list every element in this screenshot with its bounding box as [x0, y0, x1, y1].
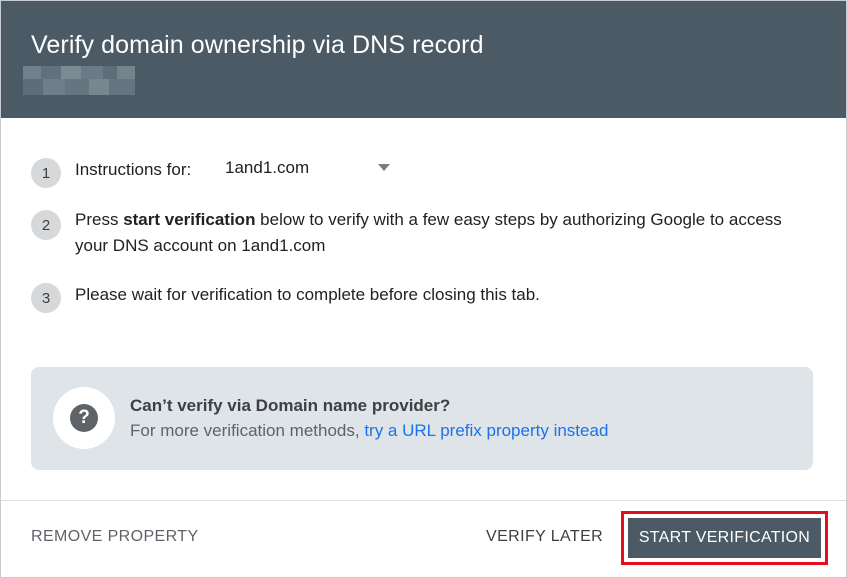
info-description: For more verification methods, try a URL…	[130, 421, 608, 441]
provider-value: 1and1.com	[225, 158, 310, 177]
step-1: 1 Instructions for:	[31, 158, 795, 188]
step-text-prefix: Press	[75, 210, 124, 229]
step-label: Instructions for:	[75, 160, 192, 179]
info-desc-prefix: For more verification methods,	[130, 421, 365, 440]
alternative-methods-panel: ? Can’t verify via Domain name provider?…	[31, 367, 813, 470]
step-label: Please wait for verification to complete…	[75, 285, 540, 304]
dialog-header: Verify domain ownership via DNS record	[1, 1, 846, 118]
step-number: 3	[31, 283, 61, 313]
redacted-domain	[23, 66, 135, 96]
step-number: 1	[31, 158, 61, 188]
verify-domain-dialog: Verify domain ownership via DNS record 1…	[0, 0, 847, 578]
info-title: Can’t verify via Domain name provider?	[130, 396, 451, 415]
step-number: 2	[31, 210, 61, 240]
url-prefix-link[interactable]: try a URL prefix property instead	[364, 421, 608, 440]
step-text-bold: start verification	[123, 210, 256, 229]
dialog-title: Verify domain ownership via DNS record	[31, 31, 484, 59]
dialog-footer: REMOVE PROPERTY VERIFY LATER START VERIF…	[1, 500, 846, 577]
help-icon-container: ?	[53, 387, 115, 449]
highlight-box: START VERIFICATION	[621, 511, 828, 565]
remove-property-button[interactable]: REMOVE PROPERTY	[31, 528, 199, 546]
question-circle-icon: ?	[70, 404, 98, 432]
start-verification-button[interactable]: START VERIFICATION	[628, 518, 821, 558]
caret-down-icon	[378, 164, 390, 171]
step-2: 2 Press start verification below to veri…	[31, 207, 795, 259]
step-text: Press start verification below to verify…	[75, 207, 795, 259]
verify-later-button[interactable]: VERIFY LATER	[486, 528, 603, 546]
provider-dropdown[interactable]: 1and1.com	[213, 153, 398, 183]
step-3: 3 Please wait for verification to comple…	[31, 283, 795, 313]
